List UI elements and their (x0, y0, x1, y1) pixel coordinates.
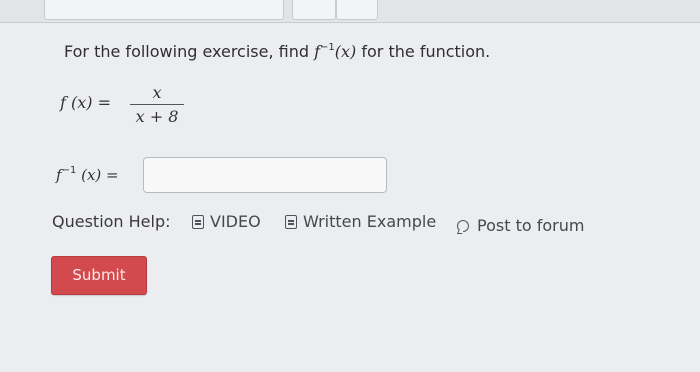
post-to-forum-label: Post to forum (477, 216, 585, 235)
submit-button[interactable]: Submit (51, 256, 147, 295)
answer-input[interactable] (143, 157, 387, 193)
fraction-denominator: x + 8 (135, 107, 179, 126)
post-to-forum-link[interactable]: Post to forum (457, 216, 584, 235)
fraction-numerator: x (152, 83, 162, 102)
answer-label-function: f (56, 166, 62, 184)
fraction-bar (130, 104, 184, 105)
answer-label: f−1 (x) = (56, 165, 119, 184)
document-icon (192, 215, 204, 229)
written-example-link[interactable]: Written Example (285, 212, 436, 231)
top-toolbar-strip (0, 0, 700, 23)
answer-label-superscript: −1 (61, 165, 77, 176)
video-link-label: VIDEO (210, 212, 261, 231)
chat-bubble-icon (457, 220, 469, 232)
top-field-box[interactable] (44, 0, 284, 20)
answer-label-rest: (x) = (81, 166, 119, 184)
question-help-label: Question Help: (52, 212, 171, 231)
question-prompt: For the following exercise, find f−1(x) … (64, 42, 490, 61)
prompt-argument: (x) (334, 42, 357, 61)
document-icon (285, 215, 297, 229)
function-label: f (x) = (60, 93, 112, 112)
prompt-text-before: For the following exercise, find (64, 42, 315, 61)
function-fraction: x x + 8 (130, 84, 184, 126)
video-link[interactable]: VIDEO (192, 212, 261, 231)
prompt-text-after: for the function. (356, 42, 491, 61)
prompt-superscript: −1 (320, 42, 335, 53)
top-small-box-2[interactable] (336, 0, 378, 20)
top-small-box[interactable] (292, 0, 336, 20)
written-example-label: Written Example (303, 212, 437, 231)
